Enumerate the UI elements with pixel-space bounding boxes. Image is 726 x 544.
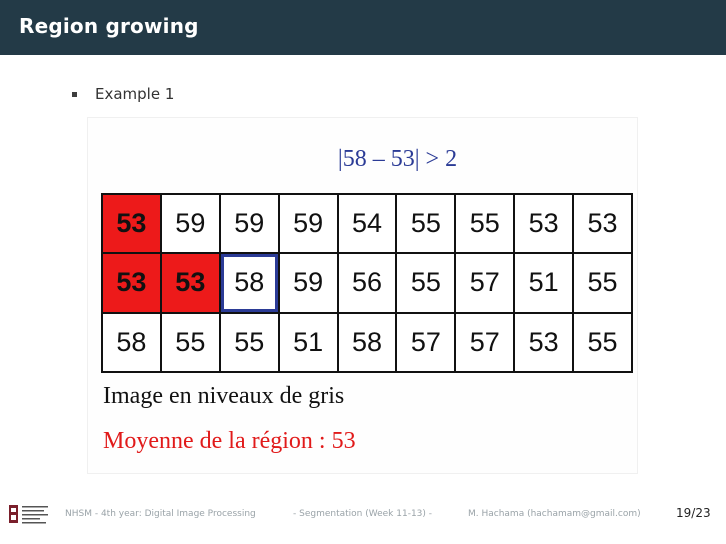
pixel-cell: 55 [397, 254, 455, 312]
pixel-cell: 53 [515, 313, 573, 371]
region-pixel-cell: 53 [103, 195, 160, 253]
current-pixel-cell: 58 [220, 254, 278, 312]
pixel-cell: 55 [161, 313, 219, 371]
pixel-cell: 58 [338, 313, 396, 371]
institution-logo-icon [9, 505, 48, 524]
pixel-cell: 59 [161, 195, 219, 253]
slide-title: Region growing [19, 14, 199, 38]
pixel-cell: 55 [397, 195, 455, 253]
pixel-cell: 59 [220, 195, 278, 253]
pixel-cell: 58 [103, 313, 160, 371]
figure-caption: Image en niveaux de gris [103, 383, 345, 409]
bullet-item: Example 1 [72, 84, 174, 104]
footer-course: NHSM - 4th year: Digital Image Processin… [65, 509, 256, 519]
region-pixel-cell: 53 [161, 254, 219, 312]
pixel-cell: 51 [279, 313, 337, 371]
pixel-grid: 53 59 59 59 54 55 55 53 53 53 53 58 59 56 55 57 51 55 58 55… [101, 193, 633, 373]
pixel-cell: 51 [515, 254, 573, 312]
slide-footer: NHSM - 4th year: Digital Image Processin… [0, 500, 726, 530]
region-pixel-cell: 53 [103, 254, 160, 312]
bullet-text: Example 1 [95, 85, 175, 103]
pixel-cell: 55 [456, 195, 514, 253]
pixel-cell: 59 [279, 195, 337, 253]
slide-header: Region growing [0, 0, 726, 55]
pixel-cell: 56 [338, 254, 396, 312]
pixel-cell: 59 [279, 254, 337, 312]
pixel-cell: 54 [338, 195, 396, 253]
pixel-cell: 57 [456, 254, 514, 312]
pixel-cell: 55 [574, 313, 631, 371]
region-mean-label: Moyenne de la région : 53 [103, 428, 356, 454]
pixel-cell: 57 [397, 313, 455, 371]
footer-author: M. Hachama (hachamam@gmail.com) [468, 509, 641, 519]
pixel-cell: 55 [220, 313, 278, 371]
threshold-condition: |58 – 53| > 2 [337, 146, 458, 172]
pixel-cell: 57 [456, 313, 514, 371]
page-number: 19/23 [676, 506, 711, 520]
footer-section: - Segmentation (Week 11-13) - [293, 509, 433, 519]
pixel-cell: 55 [574, 254, 631, 312]
pixel-cell: 53 [515, 195, 573, 253]
region-growing-figure: |58 – 53| > 2 53 59 59 59 54 55 55 53 53 53 53 58 59… [87, 117, 638, 474]
bullet-square-icon [72, 92, 77, 97]
pixel-cell: 53 [574, 195, 631, 253]
